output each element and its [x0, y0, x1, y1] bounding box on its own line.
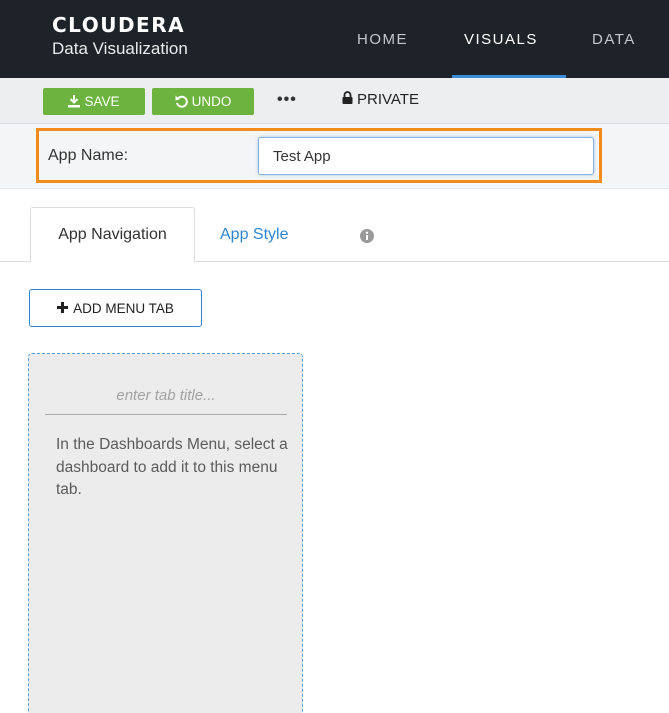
- download-icon: [68, 95, 81, 108]
- privacy-setting[interactable]: PRIVATE: [342, 91, 419, 108]
- undo-button[interactable]: UNDO: [152, 88, 254, 115]
- add-menu-tab-button[interactable]: ADD MENU TAB: [29, 289, 202, 327]
- brand-logo[interactable]: CLOUDERA Data Visualization: [52, 14, 188, 60]
- undo-button-label: UNDO: [191, 94, 232, 109]
- app-name-input[interactable]: [258, 137, 594, 175]
- tab-app-style[interactable]: App Style: [220, 226, 288, 244]
- more-options-button[interactable]: •••: [277, 92, 297, 108]
- toolbar: SAVE UNDO ••• PRIVATE: [0, 78, 669, 124]
- menu-tab-help-text: In the Dashboards Menu, select a dashboa…: [56, 436, 288, 498]
- brand-name: CLOUDERA: [52, 13, 186, 37]
- nav-data[interactable]: DATA: [592, 31, 636, 49]
- top-navigation-bar: CLOUDERA Data Visualization HOME VISUALS…: [0, 0, 669, 78]
- app-name-label: App Name:: [48, 147, 129, 164]
- tab-app-navigation[interactable]: App Navigation: [30, 207, 195, 263]
- save-button[interactable]: SAVE: [43, 88, 145, 115]
- info-icon[interactable]: [360, 229, 374, 248]
- add-menu-tab-label: ADD MENU TAB: [73, 300, 174, 316]
- tab-title-input[interactable]: [45, 377, 287, 415]
- nav-visuals[interactable]: VISUALS: [464, 31, 538, 49]
- undo-icon: [175, 95, 188, 108]
- save-button-label: SAVE: [84, 94, 120, 109]
- privacy-label: PRIVATE: [357, 91, 419, 108]
- plus-icon: [57, 301, 69, 316]
- tab-app-navigation-label: App Navigation: [58, 226, 167, 243]
- lock-icon: [342, 91, 353, 108]
- brand-subtitle: Data Visualization: [52, 39, 188, 58]
- nav-home[interactable]: HOME: [357, 31, 408, 49]
- menu-tab-card[interactable]: In the Dashboards Menu, select a dashboa…: [28, 353, 303, 713]
